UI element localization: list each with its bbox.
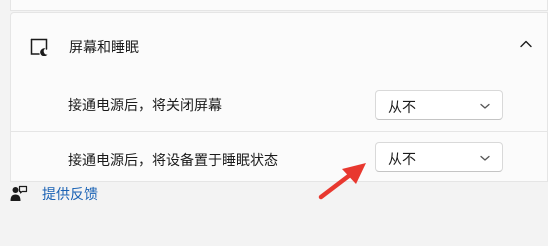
sleep-row: 接通电源后，将设备置于睡眠状态 从不	[10, 132, 548, 182]
display-sleep-icon	[30, 38, 48, 56]
screen-off-label: 接通电源后，将关闭屏幕	[68, 98, 222, 114]
previous-card-edge	[10, 0, 548, 11]
section-title: 屏幕和睡眠	[69, 40, 139, 56]
screen-off-dropdown[interactable]: 从不	[375, 90, 503, 120]
chevron-down-icon	[480, 155, 490, 161]
dropdown-value: 从不	[388, 100, 416, 116]
feedback-person-icon	[10, 185, 28, 201]
chevron-down-icon	[480, 103, 490, 109]
feedback-link[interactable]: 提供反馈	[42, 184, 98, 204]
screen-sleep-section-header[interactable]: 屏幕和睡眠	[10, 12, 548, 80]
sleep-label: 接通电源后，将设备置于睡眠状态	[68, 153, 278, 169]
screen-off-row: 接通电源后，将关闭屏幕 从不	[10, 79, 548, 132]
sleep-dropdown[interactable]: 从不	[375, 142, 503, 172]
chevron-up-icon[interactable]	[519, 37, 533, 51]
dropdown-value: 从不	[388, 152, 416, 168]
